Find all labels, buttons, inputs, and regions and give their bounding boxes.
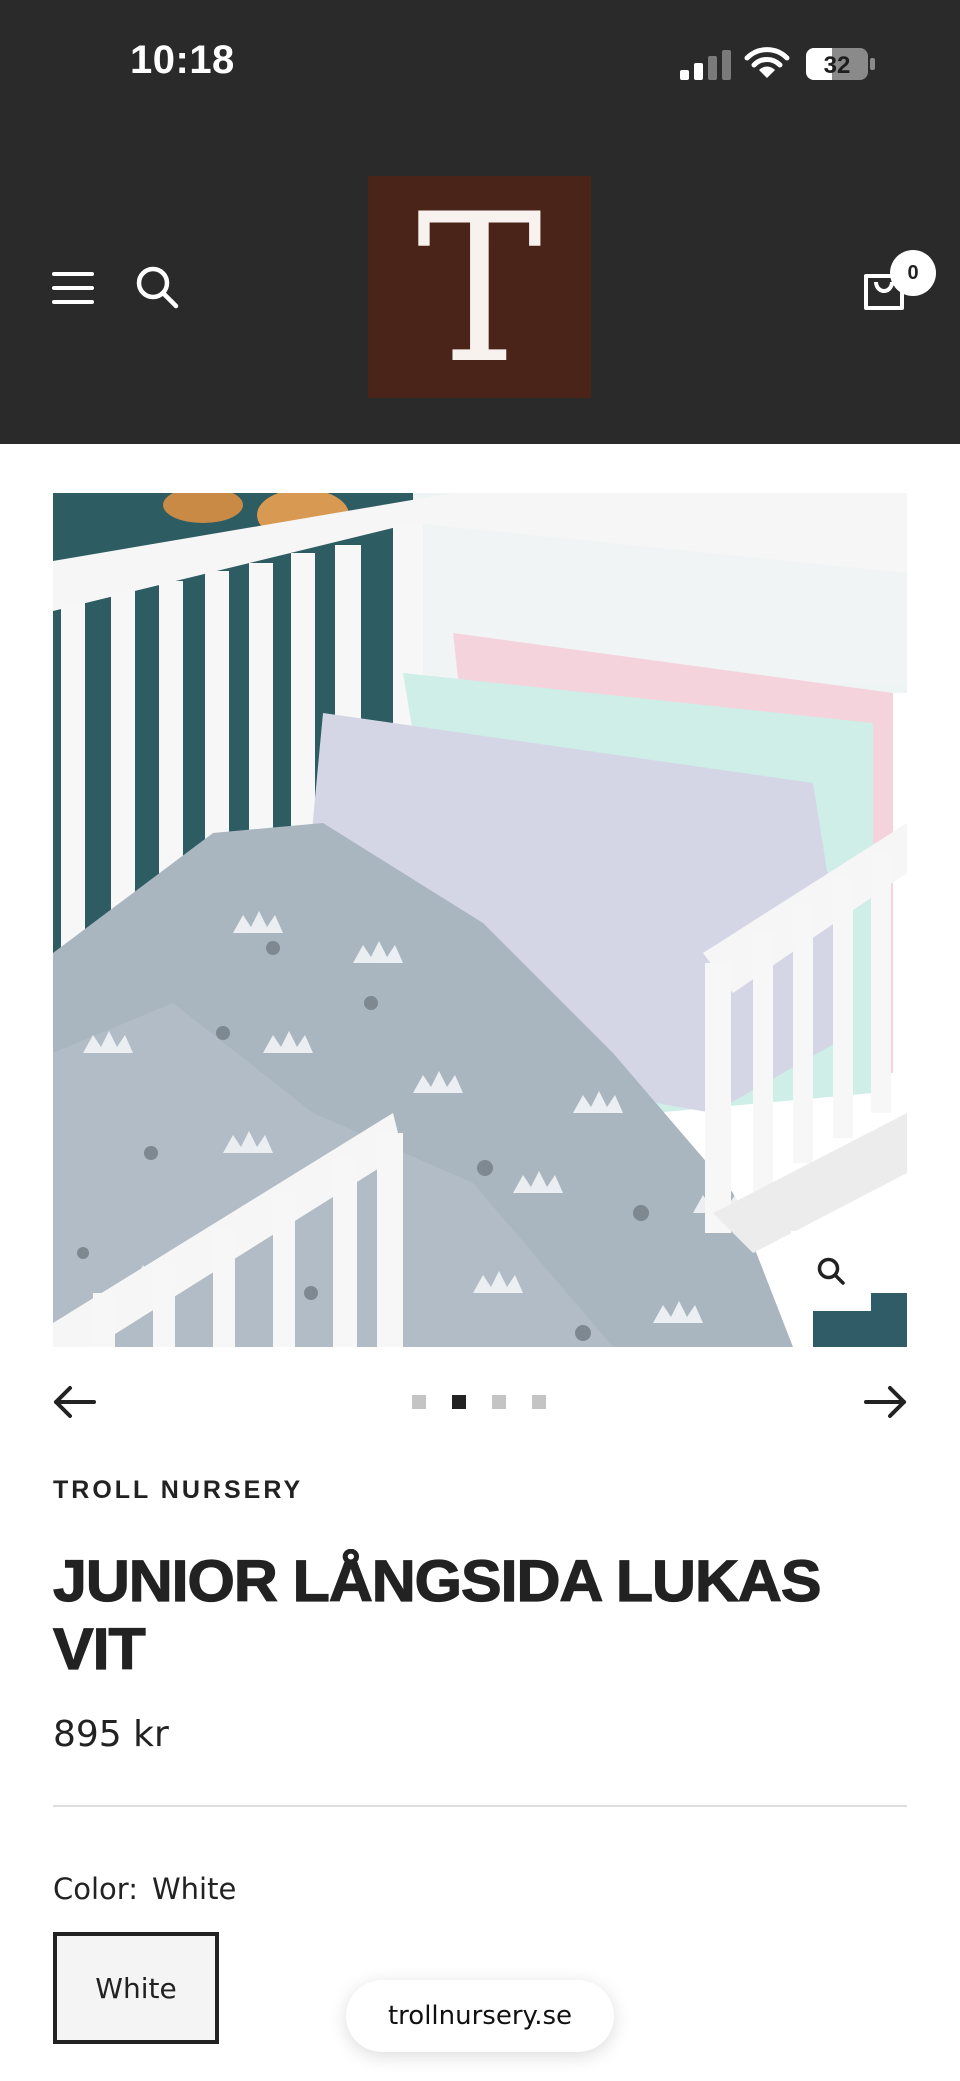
carousel-dot[interactable] <box>412 1395 426 1409</box>
cart-count-badge[interactable]: 0 <box>890 250 936 296</box>
logo-letter: T <box>416 170 543 409</box>
carousel-dot-active[interactable] <box>452 1395 466 1409</box>
zoom-search-icon <box>817 1257 845 1285</box>
menu-icon-bar <box>52 286 94 290</box>
cellular-signal-icon <box>680 50 731 80</box>
product-price: 895 kr <box>53 1714 169 1755</box>
color-value: White <box>151 1872 237 1906</box>
color-swatch-white[interactable]: White <box>53 1932 219 2044</box>
carousel-dots <box>412 1395 546 1409</box>
zoom-button[interactable] <box>791 1231 871 1311</box>
battery-level: 32 <box>824 52 851 79</box>
search-icon[interactable] <box>134 264 180 310</box>
menu-button[interactable] <box>52 268 96 308</box>
product-title: JUNIOR LÅNGSIDA LUKAS VIT <box>52 1548 956 1684</box>
product-image[interactable] <box>53 493 907 1347</box>
color-label: Color: <box>53 1872 138 1906</box>
arrow-right-icon[interactable] <box>864 1384 908 1420</box>
store-logo[interactable]: T <box>368 176 591 398</box>
color-option-label: Color: White <box>53 1872 236 1906</box>
header: 10:18 32 T 0 <box>0 0 960 444</box>
wifi-icon <box>744 47 790 78</box>
product-title-line2: VIT <box>52 1616 146 1682</box>
status-time: 10:18 <box>130 38 235 82</box>
product-title-line1: JUNIOR LÅNGSIDA LUKAS <box>52 1548 822 1614</box>
menu-icon-bar <box>52 300 94 304</box>
product-brand[interactable]: TROLL NURSERY <box>53 1476 303 1505</box>
carousel-dot[interactable] <box>492 1395 506 1409</box>
carousel-dot[interactable] <box>532 1395 546 1409</box>
battery-icon: 32 <box>806 48 875 80</box>
arrow-left-icon[interactable] <box>52 1384 96 1420</box>
menu-icon-bar <box>52 272 94 276</box>
divider <box>53 1805 907 1807</box>
browser-url-bar[interactable]: trollnursery.se <box>346 1980 614 2052</box>
